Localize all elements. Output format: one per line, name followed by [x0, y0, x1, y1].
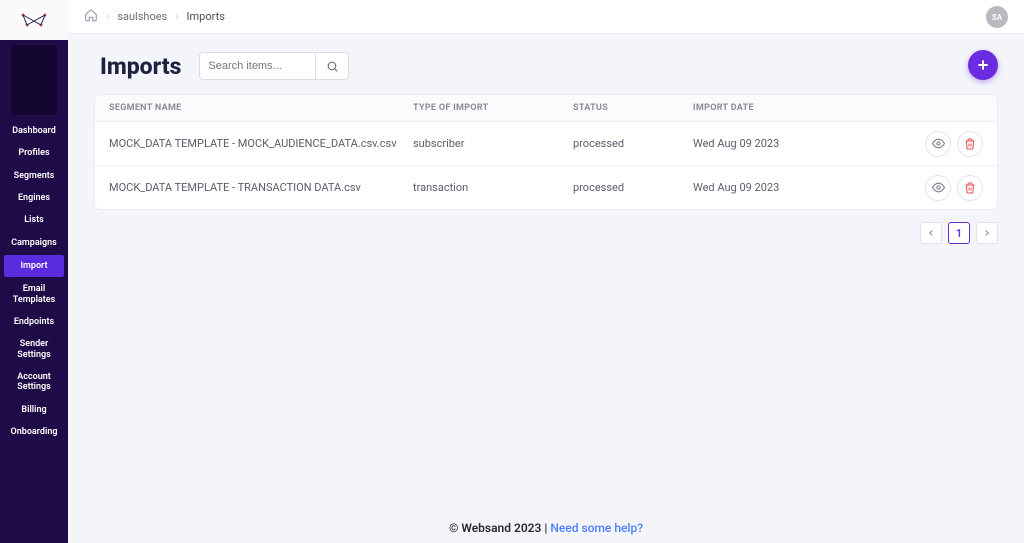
col-type: TYPE OF IMPORT	[413, 103, 573, 113]
cell-date: Wed Aug 09 2023	[693, 137, 893, 150]
search-icon	[326, 60, 339, 73]
heading-row: Imports	[94, 52, 998, 80]
sidebar-item-account-settings[interactable]: Account Settings	[0, 366, 68, 399]
eye-icon	[932, 181, 945, 194]
sidebar-item-onboarding[interactable]: Onboarding	[0, 421, 68, 443]
cell-type: transaction	[413, 181, 573, 194]
footer-copyright: © Websand 2023 |	[449, 521, 550, 535]
sidebar-item-engines[interactable]: Engines	[0, 187, 68, 209]
sidebar-item-billing[interactable]: Billing	[0, 399, 68, 421]
topbar: › saulshoes › Imports SA	[68, 0, 1024, 34]
sidebar: Dashboard Profiles Segments Engines List…	[0, 0, 68, 543]
sidebar-item-sender-settings[interactable]: Sender Settings	[0, 333, 68, 366]
chevron-right-icon	[982, 228, 992, 238]
eye-icon	[932, 137, 945, 150]
col-status: STATUS	[573, 103, 693, 113]
breadcrumb-workspace[interactable]: saulshoes	[117, 10, 167, 23]
row-actions	[893, 131, 983, 157]
brand-logo[interactable]	[0, 0, 68, 40]
delete-button[interactable]	[957, 131, 983, 157]
breadcrumb: › saulshoes › Imports	[84, 8, 225, 25]
pagination: 1	[94, 222, 998, 244]
table-row: MOCK_DATA TEMPLATE - TRANSACTION DATA.cs…	[95, 165, 997, 209]
sidebar-item-segments[interactable]: Segments	[0, 165, 68, 187]
content: Imports SEGMENT NAME TYPE OF IMPORT STAT…	[68, 34, 1024, 543]
search-input[interactable]	[199, 52, 315, 80]
trash-icon	[964, 138, 976, 150]
page-next-button[interactable]	[976, 222, 998, 244]
cell-status: processed	[573, 181, 693, 194]
chevron-right-icon: ›	[175, 10, 178, 23]
delete-button[interactable]	[957, 175, 983, 201]
cell-type: subscriber	[413, 137, 573, 150]
page-number-button[interactable]: 1	[948, 222, 970, 244]
row-actions	[893, 175, 983, 201]
sidebar-item-email-templates[interactable]: Email Templates	[0, 278, 68, 311]
home-icon[interactable]	[84, 8, 98, 25]
cell-name: MOCK_DATA TEMPLATE - MOCK_AUDIENCE_DATA.…	[109, 137, 413, 150]
sidebar-item-dashboard[interactable]: Dashboard	[0, 120, 68, 142]
add-import-button[interactable]	[968, 50, 998, 80]
sidebar-item-campaigns[interactable]: Campaigns	[0, 232, 68, 254]
sidebar-item-import[interactable]: Import	[4, 255, 64, 277]
view-button[interactable]	[925, 131, 951, 157]
sidebar-item-profiles[interactable]: Profiles	[0, 142, 68, 164]
avatar[interactable]: SA	[986, 6, 1008, 28]
breadcrumb-current[interactable]: Imports	[187, 10, 225, 23]
footer: © Websand 2023 | Need some help?	[68, 521, 1024, 535]
page-prev-button[interactable]	[920, 222, 942, 244]
main: › saulshoes › Imports SA Imports SEGMENT…	[68, 0, 1024, 543]
cell-status: processed	[573, 137, 693, 150]
imports-table: SEGMENT NAME TYPE OF IMPORT STATUS IMPOR…	[94, 94, 998, 210]
cell-date: Wed Aug 09 2023	[693, 181, 893, 194]
sidebar-item-endpoints[interactable]: Endpoints	[0, 311, 68, 333]
page-title: Imports	[100, 53, 181, 80]
search	[199, 52, 349, 80]
brand-image	[11, 45, 57, 115]
cell-name: MOCK_DATA TEMPLATE - TRANSACTION DATA.cs…	[109, 181, 413, 194]
sidebar-item-lists[interactable]: Lists	[0, 209, 68, 231]
search-button[interactable]	[315, 52, 349, 80]
table-header: SEGMENT NAME TYPE OF IMPORT STATUS IMPOR…	[95, 95, 997, 121]
chevron-left-icon	[926, 228, 936, 238]
table-row: MOCK_DATA TEMPLATE - MOCK_AUDIENCE_DATA.…	[95, 121, 997, 165]
trash-icon	[964, 182, 976, 194]
col-date: IMPORT DATE	[693, 103, 893, 113]
footer-help-link[interactable]: Need some help?	[550, 521, 643, 535]
chevron-right-icon: ›	[106, 10, 109, 23]
plus-icon	[975, 57, 991, 73]
col-segment-name: SEGMENT NAME	[109, 103, 413, 113]
view-button[interactable]	[925, 175, 951, 201]
